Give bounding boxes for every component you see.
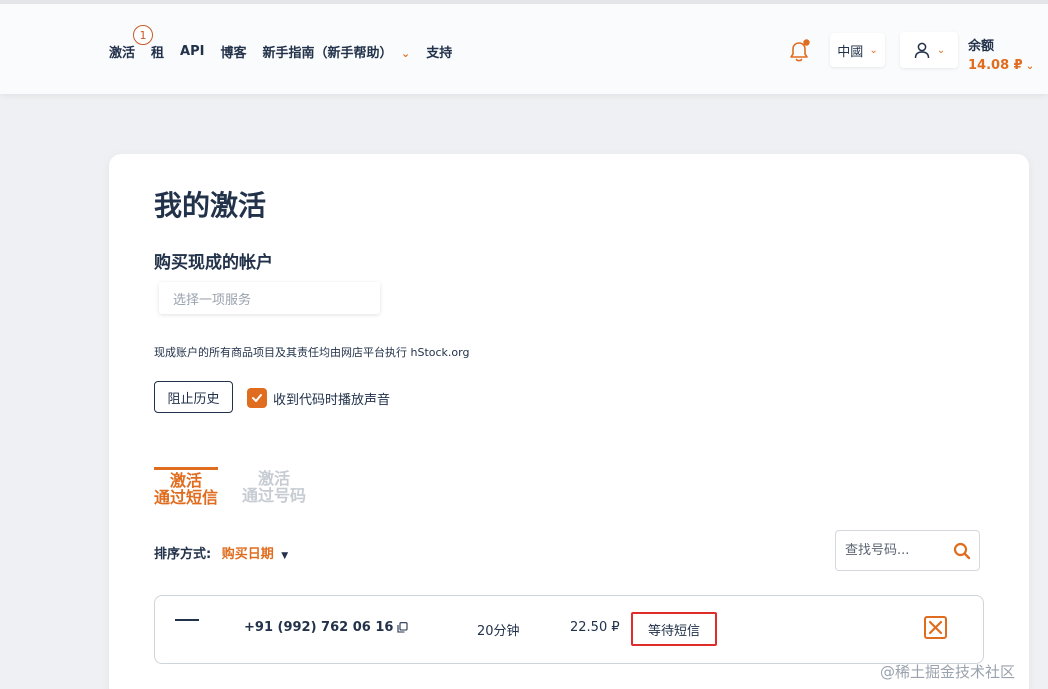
caret-down-icon[interactable]: ▼ — [281, 551, 288, 561]
tab-number-activation[interactable]: 激活 通过号码 — [242, 470, 306, 504]
phone-number-text: +91 (992) 762 06 16 — [244, 620, 394, 635]
tab-sms-activation[interactable]: 激活 通过短信 — [154, 467, 218, 506]
sound-checkbox-label: 收到代码时播放声音 — [273, 392, 391, 408]
nav-item-support[interactable]: 支持 — [426, 42, 452, 61]
bell-icon[interactable] — [786, 38, 812, 64]
number-search-box[interactable] — [835, 530, 980, 571]
language-value: 中國 — [837, 44, 864, 60]
sort-value[interactable]: 购买日期 — [222, 547, 274, 562]
sound-checkbox[interactable]: 收到代码时播放声音 — [247, 388, 390, 408]
nav-item-label: 激活 — [109, 46, 136, 61]
nav-item-label: 租 — [151, 46, 165, 61]
sort-label: 排序方式: — [154, 547, 212, 562]
nav-item-api[interactable]: API — [180, 44, 204, 59]
balance-value: 14.08 ₽ ⌄ — [968, 58, 1034, 73]
activations-card: 我的激活 购买现成的帐户 选择一项服务 现成账户的所有商品项目及其责任均由网店平… — [109, 154, 1029, 689]
block-history-button[interactable]: 阻止历史 — [154, 381, 233, 413]
activation-count-badge: 1 — [133, 25, 153, 45]
tab-line1: 激活 — [257, 469, 290, 488]
nav-item-label: API — [180, 44, 205, 59]
nav-item-activations[interactable]: 激活 1 — [109, 25, 153, 61]
nav-item-blog[interactable]: 博客 — [220, 42, 246, 61]
cancel-activation-icon[interactable] — [924, 616, 947, 639]
watermark: @稀土掘金技术社区 — [880, 663, 1016, 681]
sort-control[interactable]: 排序方式: 购买日期 ▼ — [154, 543, 288, 562]
tab-line2: 通过号码 — [242, 486, 307, 505]
chevron-down-icon: ⌄ — [936, 44, 946, 56]
balance-amount: 14.08 ₽ — [968, 58, 1023, 73]
balance-label: 余额 — [968, 39, 995, 54]
activation-duration: 20分钟 — [477, 624, 520, 639]
nav-item-label: 支持 — [426, 46, 453, 61]
balance-widget[interactable]: 余额 14.08 ₽ ⌄ — [968, 35, 1034, 73]
user-icon — [914, 42, 930, 59]
service-placeholder-dash — [175, 619, 199, 621]
search-icon[interactable] — [953, 542, 971, 560]
activation-price: 22.50 ₽ — [570, 620, 620, 635]
checkbox-checked-icon[interactable] — [247, 388, 267, 408]
search-input[interactable] — [845, 543, 953, 558]
chevron-down-icon: ⌄ — [1025, 61, 1035, 72]
section-title: 购买现成的帐户 — [154, 253, 273, 273]
main-nav: 激活 1 租 API 博客 新手指南（新手帮助） ⌄ 支持 — [109, 25, 468, 61]
phone-number: +91 (992) 762 06 16 — [244, 620, 408, 635]
activation-row: +91 (992) 762 06 16 20分钟 22.50 ₽ 等待短信 — [154, 595, 984, 664]
user-menu[interactable]: ⌄ — [900, 32, 958, 68]
tab-line2: 通过短信 — [154, 488, 219, 507]
service-placeholder: 选择一项服务 — [173, 292, 252, 308]
language-selector[interactable]: 中國 ⌄ — [830, 33, 885, 67]
nav-item-label: 博客 — [220, 46, 247, 61]
chevron-down-icon: ⌄ — [869, 44, 878, 56]
account-notice: 现成账户的所有商品项目及其责任均由网店平台执行 hStock.org — [154, 346, 470, 359]
tab-line1: 激活 — [169, 471, 202, 490]
top-header: 激活 1 租 API 博客 新手指南（新手帮助） ⌄ 支持 中國 ⌄ ⌄ 余额 … — [0, 0, 1048, 94]
nav-item-rent[interactable]: 租 — [151, 42, 164, 61]
service-select[interactable]: 选择一项服务 — [159, 282, 380, 314]
status-badge: 等待短信 — [631, 612, 717, 646]
nav-item-guide[interactable]: 新手指南（新手帮助） ⌄ — [262, 42, 410, 61]
page-title: 我的激活 — [154, 189, 267, 222]
nav-item-label: 新手指南（新手帮助） — [262, 46, 393, 61]
chevron-down-icon: ⌄ — [401, 47, 411, 60]
copy-icon[interactable] — [397, 622, 408, 633]
